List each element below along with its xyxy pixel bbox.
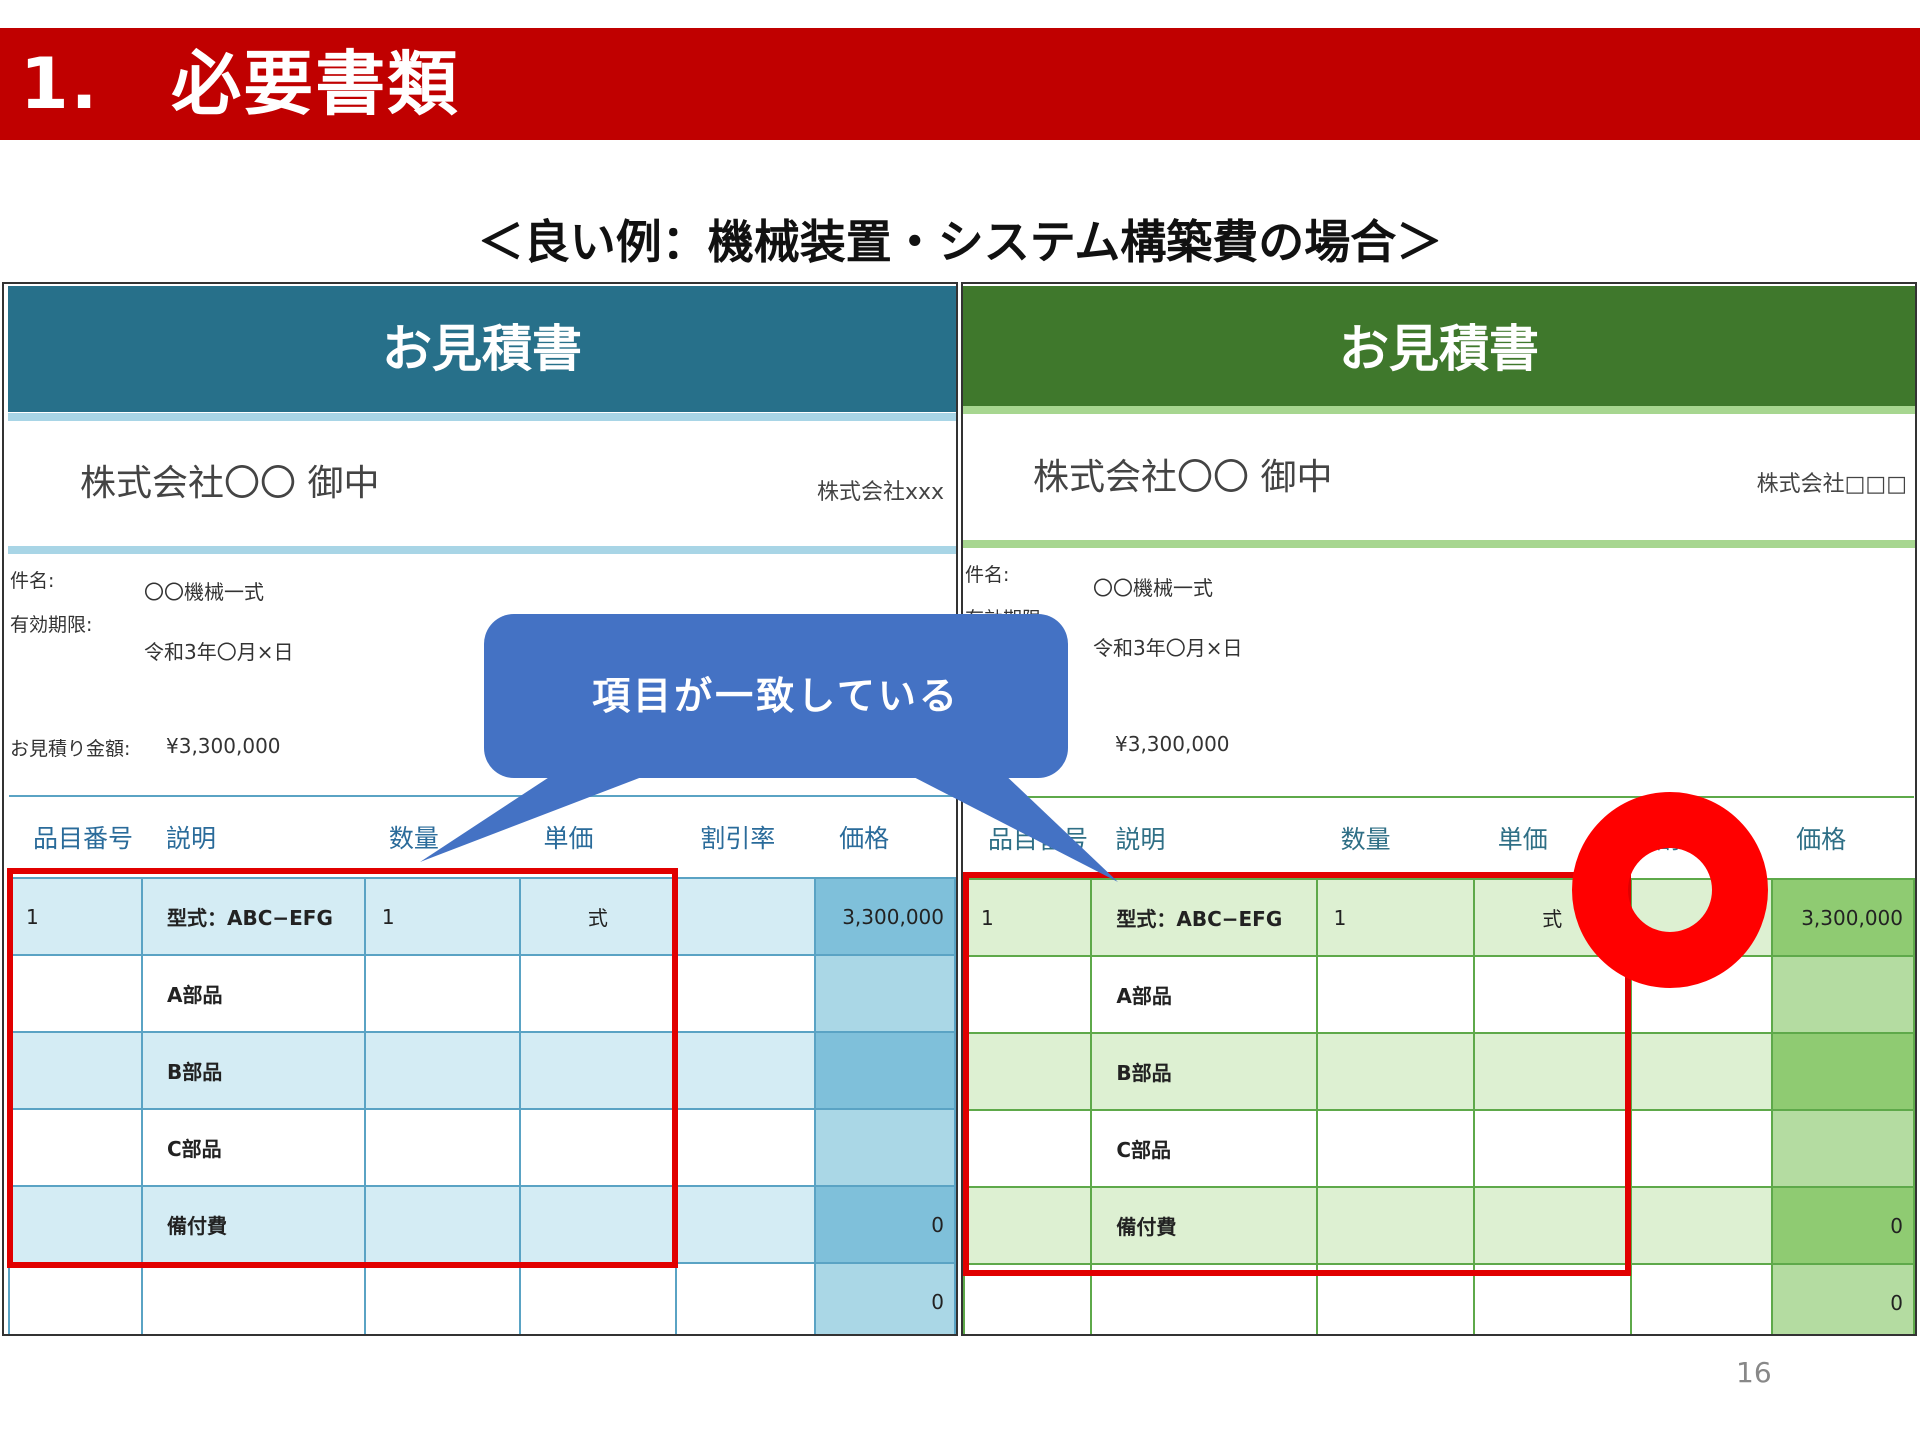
callout-tail-right	[900, 770, 1118, 882]
page-number: 16	[1736, 1356, 1772, 1389]
callout-tail-left	[420, 770, 660, 862]
callout-bubble: 項目が一致している	[484, 614, 1068, 778]
